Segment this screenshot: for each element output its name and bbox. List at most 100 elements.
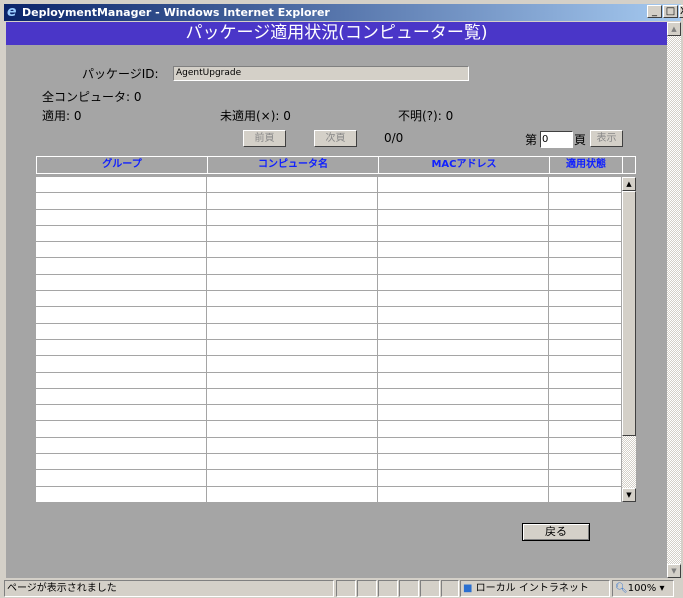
table-cell bbox=[36, 258, 207, 274]
prev-page-button[interactable]: 前頁 bbox=[243, 130, 286, 147]
table-cell bbox=[549, 209, 622, 225]
page-scrollbar[interactable]: ▲ ▼ bbox=[667, 22, 681, 578]
zone-label: ローカル イントラネット bbox=[475, 583, 589, 594]
table-row bbox=[36, 437, 622, 455]
table-cell bbox=[207, 372, 378, 388]
table-cell bbox=[207, 339, 378, 356]
table-row bbox=[36, 405, 622, 422]
table-cell bbox=[207, 209, 378, 225]
table-cell bbox=[378, 486, 549, 502]
table-cell bbox=[549, 437, 622, 454]
show-button[interactable]: 表示 bbox=[590, 130, 623, 147]
table-row bbox=[36, 242, 622, 259]
table-cell bbox=[549, 486, 622, 502]
table-row bbox=[36, 486, 622, 503]
column-header-computer-name[interactable]: コンピュータ名 bbox=[208, 157, 379, 173]
table-cell bbox=[207, 405, 378, 421]
table-cell bbox=[378, 372, 549, 388]
table-cell bbox=[36, 274, 207, 291]
table-cell bbox=[549, 242, 622, 258]
page-scroll-down-icon[interactable]: ▼ bbox=[667, 564, 681, 578]
applied-count: 適用: 0 bbox=[42, 109, 82, 123]
window-title: DeploymentManager - Windows Internet Exp… bbox=[22, 6, 330, 19]
table-cell bbox=[378, 339, 549, 356]
status-text: ページが表示されました bbox=[4, 580, 334, 597]
magnifier-icon: 🔍︎ bbox=[615, 583, 628, 594]
table-cell bbox=[36, 356, 207, 372]
title-bar: e DeploymentManager - Windows Internet E… bbox=[4, 4, 681, 21]
table-row bbox=[36, 193, 622, 210]
page-number-input[interactable]: 0 bbox=[540, 131, 573, 148]
next-page-button[interactable]: 次頁 bbox=[314, 130, 357, 147]
table-row bbox=[36, 356, 622, 373]
table-cell bbox=[36, 486, 207, 502]
zoom-level: 100% bbox=[627, 583, 657, 594]
table-scrollbar[interactable]: ▲ ▼ bbox=[622, 177, 636, 502]
table-cell bbox=[36, 307, 207, 323]
table-cell bbox=[207, 291, 378, 307]
table-cell bbox=[36, 323, 207, 339]
table-cell bbox=[549, 405, 622, 421]
table-row bbox=[36, 274, 622, 292]
table-cell bbox=[207, 421, 378, 437]
close-button[interactable]: X bbox=[679, 5, 683, 18]
table-cell bbox=[549, 177, 622, 193]
scroll-up-icon[interactable]: ▲ bbox=[622, 177, 636, 191]
table-cell bbox=[378, 209, 549, 225]
table-cell bbox=[378, 356, 549, 372]
back-button[interactable]: 戻る bbox=[522, 523, 590, 541]
table-cell bbox=[378, 242, 549, 258]
status-bar: ページが表示されました ■ ローカル イントラネット 🔍︎100% ▾ bbox=[4, 579, 683, 598]
table-cell bbox=[36, 225, 207, 242]
maximize-button[interactable]: □ bbox=[663, 5, 678, 18]
table-row bbox=[36, 470, 622, 487]
table-cell bbox=[549, 339, 622, 356]
page-prefix: 第 bbox=[525, 133, 538, 147]
page-count: 0/0 bbox=[384, 131, 404, 145]
table-cell bbox=[207, 388, 378, 405]
table-cell bbox=[378, 470, 549, 486]
page-scroll-up-icon[interactable]: ▲ bbox=[667, 22, 681, 36]
minimize-button[interactable]: _ bbox=[647, 5, 662, 18]
table-cell bbox=[36, 470, 207, 486]
table-cell bbox=[378, 421, 549, 437]
table-row bbox=[36, 177, 622, 194]
table-cell bbox=[549, 193, 622, 209]
table-cell bbox=[549, 388, 622, 405]
table-cell bbox=[207, 274, 378, 291]
table-cell bbox=[207, 486, 378, 502]
table-cell bbox=[549, 225, 622, 242]
column-header-group[interactable]: グループ bbox=[37, 157, 208, 173]
table-cell bbox=[378, 437, 549, 454]
table-cell bbox=[36, 339, 207, 356]
table-cell bbox=[36, 177, 207, 193]
scroll-thumb[interactable] bbox=[622, 191, 636, 436]
scroll-down-icon[interactable]: ▼ bbox=[622, 488, 636, 502]
zoom-control[interactable]: 🔍︎100% ▾ bbox=[612, 580, 674, 597]
table-cell bbox=[378, 454, 549, 470]
table-row bbox=[36, 209, 622, 226]
table-cell bbox=[207, 307, 378, 323]
table-cell bbox=[378, 177, 549, 193]
table-cell bbox=[549, 307, 622, 323]
table-cell bbox=[549, 291, 622, 307]
table-row bbox=[36, 454, 622, 471]
table-cell bbox=[207, 225, 378, 242]
table-cell bbox=[207, 193, 378, 209]
table-cell bbox=[378, 388, 549, 405]
column-header-mac-address[interactable]: MACアドレス bbox=[379, 157, 550, 173]
table-cell bbox=[549, 323, 622, 339]
table-cell bbox=[378, 291, 549, 307]
table-row bbox=[36, 225, 622, 243]
table-row bbox=[36, 307, 622, 324]
column-header-status[interactable]: 適用状態 bbox=[550, 157, 623, 173]
status-pane bbox=[441, 580, 459, 597]
package-id-label: パッケージID: bbox=[82, 67, 159, 81]
table-cell bbox=[36, 242, 207, 258]
table-cell bbox=[549, 454, 622, 470]
security-zone[interactable]: ■ ローカル イントラネット bbox=[460, 580, 610, 597]
table-row bbox=[36, 323, 622, 340]
table-header: グループ コンピュータ名 MACアドレス 適用状態 bbox=[36, 156, 636, 174]
table-cell bbox=[378, 323, 549, 339]
table-row bbox=[36, 258, 622, 275]
